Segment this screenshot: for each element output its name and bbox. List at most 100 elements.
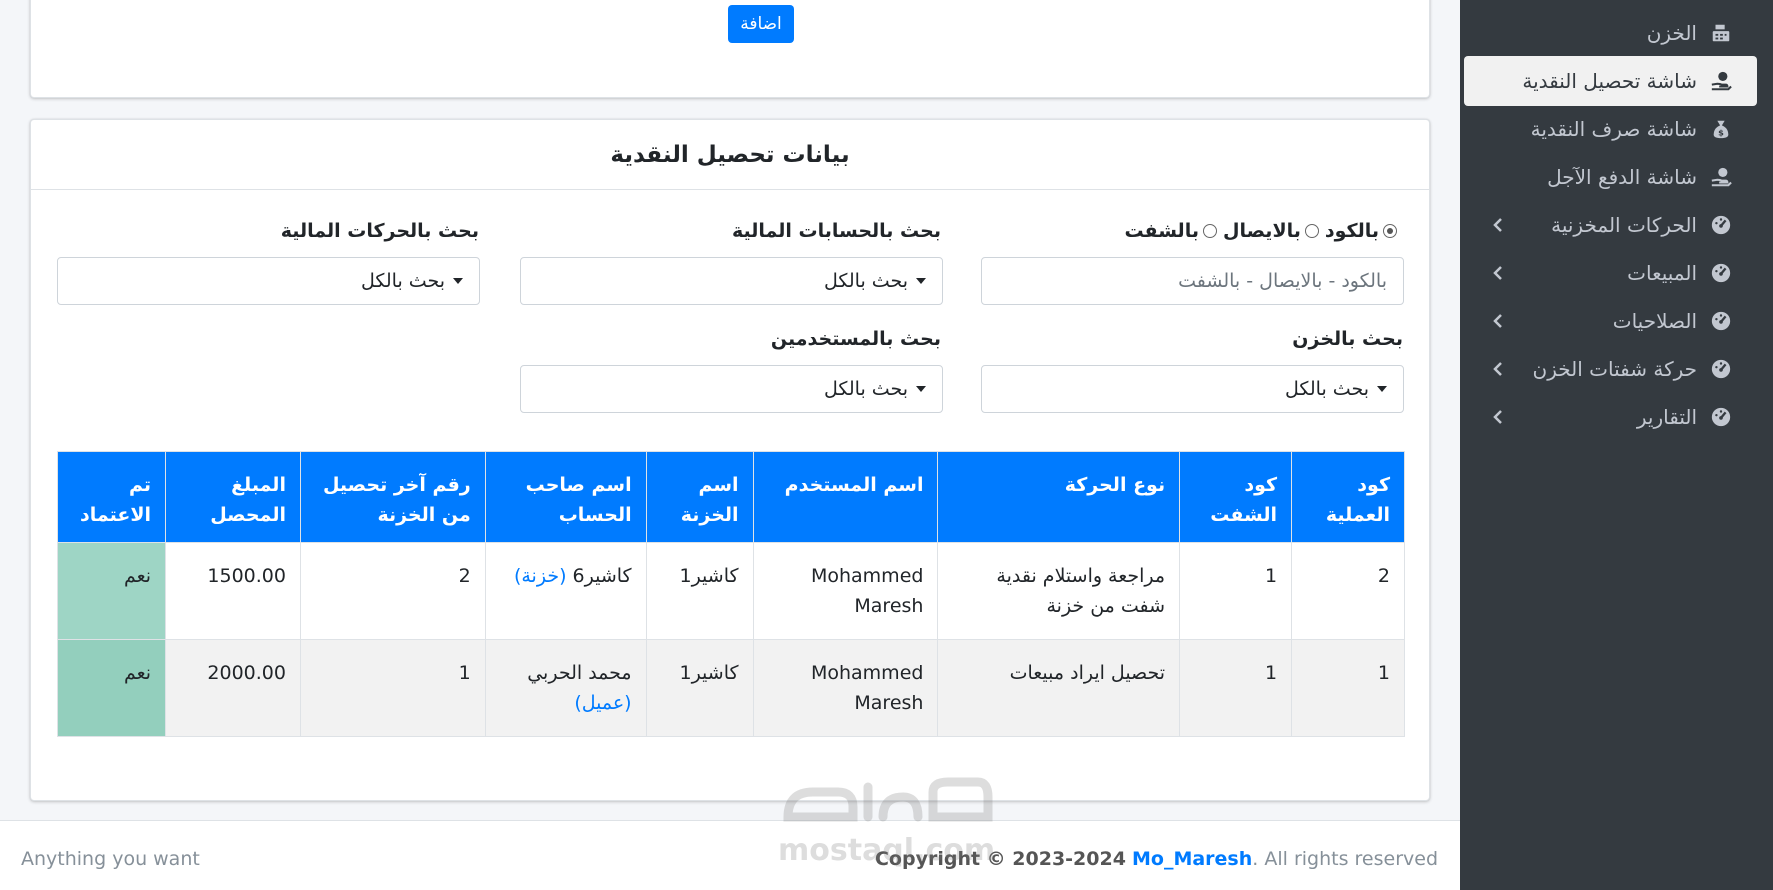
header-movement-type[interactable]: نوع الحركة: [937, 451, 1181, 543]
sidebar-item-treasury-shifts[interactable]: حركة شفتات الخزن: [1464, 344, 1757, 394]
account-name: كاشير6: [572, 565, 632, 587]
search-input[interactable]: بالكود - بالايصال - بالشفت: [981, 257, 1404, 305]
movements-select[interactable]: بحث بالكل: [57, 257, 480, 305]
content-wrapper: اضافة بيانات تحصيل النقدية بالكود بالايص…: [0, 0, 1460, 820]
caret-down-icon: [453, 278, 463, 284]
cell-last-collection: 2: [299, 542, 486, 640]
cell-account-owner: محمد الحربي (عميل): [484, 639, 647, 737]
account-type-link[interactable]: (خزنة): [514, 565, 567, 587]
sidebar-item-label: شاشة الدفع الآجل: [1547, 165, 1697, 189]
chevron-left-icon: [1493, 410, 1502, 424]
accounts-select[interactable]: بحث بالكل: [520, 257, 943, 305]
radio-circle-icon[interactable]: [1383, 224, 1397, 238]
treasuries-filter-label: بحث بالخزن: [1292, 328, 1403, 350]
sidebar-item-cash-collection[interactable]: شاشة تحصيل النقدية: [1464, 56, 1757, 106]
hand-holding-usd-icon: [1709, 165, 1733, 189]
radio-circle-icon[interactable]: [1304, 224, 1319, 238]
radio-by-code[interactable]: بالكود: [1325, 220, 1397, 242]
cell-treasury-name: كاشير1: [645, 542, 754, 640]
card-title: بيانات تحصيل النقدية: [31, 120, 1429, 190]
table-header-row: كود العملية كود الشفت نوع الحركة اسم الم…: [56, 451, 1405, 543]
sidebar-item-permissions[interactable]: الصلاحيات: [1464, 296, 1757, 346]
tachometer-icon: [1709, 405, 1733, 429]
footer-tagline: Anything you want: [21, 848, 200, 870]
sidebar-item-inventory-movements[interactable]: الحركات المخزنية: [1464, 200, 1757, 250]
footer: Anything you want Copyright © 2023-2024 …: [0, 820, 1460, 890]
header-op-code[interactable]: كود العملية: [1291, 451, 1405, 543]
header-amount[interactable]: المبلغ المحصل: [165, 451, 301, 543]
cell-amount: 1500.00: [165, 542, 301, 640]
chevron-left-icon: [1493, 362, 1502, 376]
cell-movement-type: مراجعة واستلام نقدية شفت من خزنة: [937, 542, 1181, 640]
table-row: 2 1 مراجعة واستلام نقدية شفت من خزنة Moh…: [56, 542, 1405, 640]
footer-copyright: Copyright © 2023-2024 Mo_Maresh. All rig…: [875, 848, 1438, 870]
account-name: محمد الحربي: [527, 662, 632, 684]
money-bag-icon: $: [1709, 117, 1733, 141]
cell-movement-type: تحصيل ايراد مبيعات: [937, 639, 1181, 737]
cell-user-name: Mohammed Maresh: [752, 542, 939, 640]
search-mode-radios: بالكود بالايصال بالشفت: [1118, 220, 1397, 242]
cell-shift-code: 1: [1179, 542, 1293, 640]
chevron-left-icon: [1493, 314, 1502, 328]
sidebar-item-label: شاشة صرف النقدية: [1530, 117, 1697, 141]
header-user-name[interactable]: اسم المستخدم: [752, 451, 939, 543]
svg-text:$: $: [1718, 127, 1724, 137]
cell-account-owner: كاشير6 (خزنة): [484, 542, 647, 640]
cell-op-code: 1: [1291, 639, 1405, 737]
hand-holding-usd-icon: [1709, 69, 1733, 93]
tachometer-icon: [1709, 261, 1733, 285]
movements-filter-label: بحث بالحركات المالية: [280, 220, 479, 242]
cell-approved: نعم: [56, 639, 167, 737]
chevron-left-icon: [1493, 218, 1502, 232]
caret-down-icon: [1377, 386, 1387, 392]
radio-by-receipt[interactable]: بالايصال: [1223, 220, 1319, 242]
header-approved[interactable]: تم الاعتماد: [56, 451, 167, 543]
cell-last-collection: 1: [299, 639, 486, 737]
table-row: 1 1 تحصيل ايراد مبيعات Mohammed Maresh ك…: [56, 639, 1405, 737]
caret-down-icon: [916, 386, 926, 392]
sidebar-item-label: شاشة تحصيل النقدية: [1522, 69, 1697, 93]
cell-user-name: Mohammed Maresh: [752, 639, 939, 737]
treasuries-select[interactable]: بحث بالكل: [981, 365, 1404, 413]
sidebar-item-label: حركة شفتات الخزن: [1532, 357, 1697, 381]
sidebar-item-label: المبيعات: [1627, 261, 1697, 285]
tachometer-icon: [1709, 309, 1733, 333]
sidebar-item-label: التقارير: [1636, 405, 1697, 429]
cash-collection-card: بيانات تحصيل النقدية بالكود بالايصال بال…: [30, 119, 1430, 801]
header-treasury-name[interactable]: اسم الخزنة: [645, 451, 754, 543]
caret-down-icon: [916, 278, 926, 284]
add-button[interactable]: اضافة: [728, 5, 794, 43]
cell-amount: 2000.00: [165, 639, 301, 737]
cell-op-code: 2: [1291, 542, 1405, 640]
add-card: اضافة: [30, 0, 1430, 98]
cell-shift-code: 1: [1179, 639, 1293, 737]
radio-circle-icon[interactable]: [1202, 224, 1217, 238]
author-link[interactable]: Mo_Maresh: [1132, 848, 1252, 870]
header-shift-code[interactable]: كود الشفت: [1179, 451, 1293, 543]
tachometer-icon: [1709, 357, 1733, 381]
sidebar-item-sales[interactable]: المبيعات: [1464, 248, 1757, 298]
chevron-left-icon: [1493, 266, 1502, 280]
sidebar-item-label: الصلاحيات: [1612, 309, 1697, 333]
radio-by-shift[interactable]: بالشفت: [1124, 220, 1217, 242]
sidebar-item-label: الخزن: [1646, 21, 1697, 45]
sidebar-item-label: الحركات المخزنية: [1551, 213, 1697, 237]
users-select[interactable]: بحث بالكل: [520, 365, 943, 413]
account-type-link[interactable]: (عميل): [574, 692, 631, 714]
copyright-text: Copyright © 2023-2024: [874, 848, 1126, 870]
header-last-collection[interactable]: رقم آخر تحصيل من الخزنة: [299, 451, 486, 543]
sidebar: الخزن شاشة تحصيل النقدية $ شاشة صرف النق…: [1460, 0, 1773, 890]
rights-text: . All rights reserved: [1252, 848, 1438, 870]
tachometer-icon: [1709, 213, 1733, 237]
cell-treasury-name: كاشير1: [645, 639, 754, 737]
sidebar-item-cash-payment[interactable]: $ شاشة صرف النقدية: [1464, 104, 1757, 154]
users-filter-label: بحث بالمستخدمين: [770, 328, 941, 350]
sidebar-item-treasuries[interactable]: الخزن: [1464, 8, 1757, 58]
header-account-owner[interactable]: اسم صاحب الحساب: [484, 451, 647, 543]
sidebar-item-deferred-payment[interactable]: شاشة الدفع الآجل: [1464, 152, 1757, 202]
cell-approved: نعم: [56, 542, 167, 640]
cash-register-icon: [1709, 21, 1733, 45]
accounts-filter-label: بحث بالحسابات المالية: [731, 220, 941, 242]
collections-table: كود العملية كود الشفت نوع الحركة اسم الم…: [56, 451, 1405, 737]
sidebar-item-reports[interactable]: التقارير: [1464, 392, 1757, 442]
